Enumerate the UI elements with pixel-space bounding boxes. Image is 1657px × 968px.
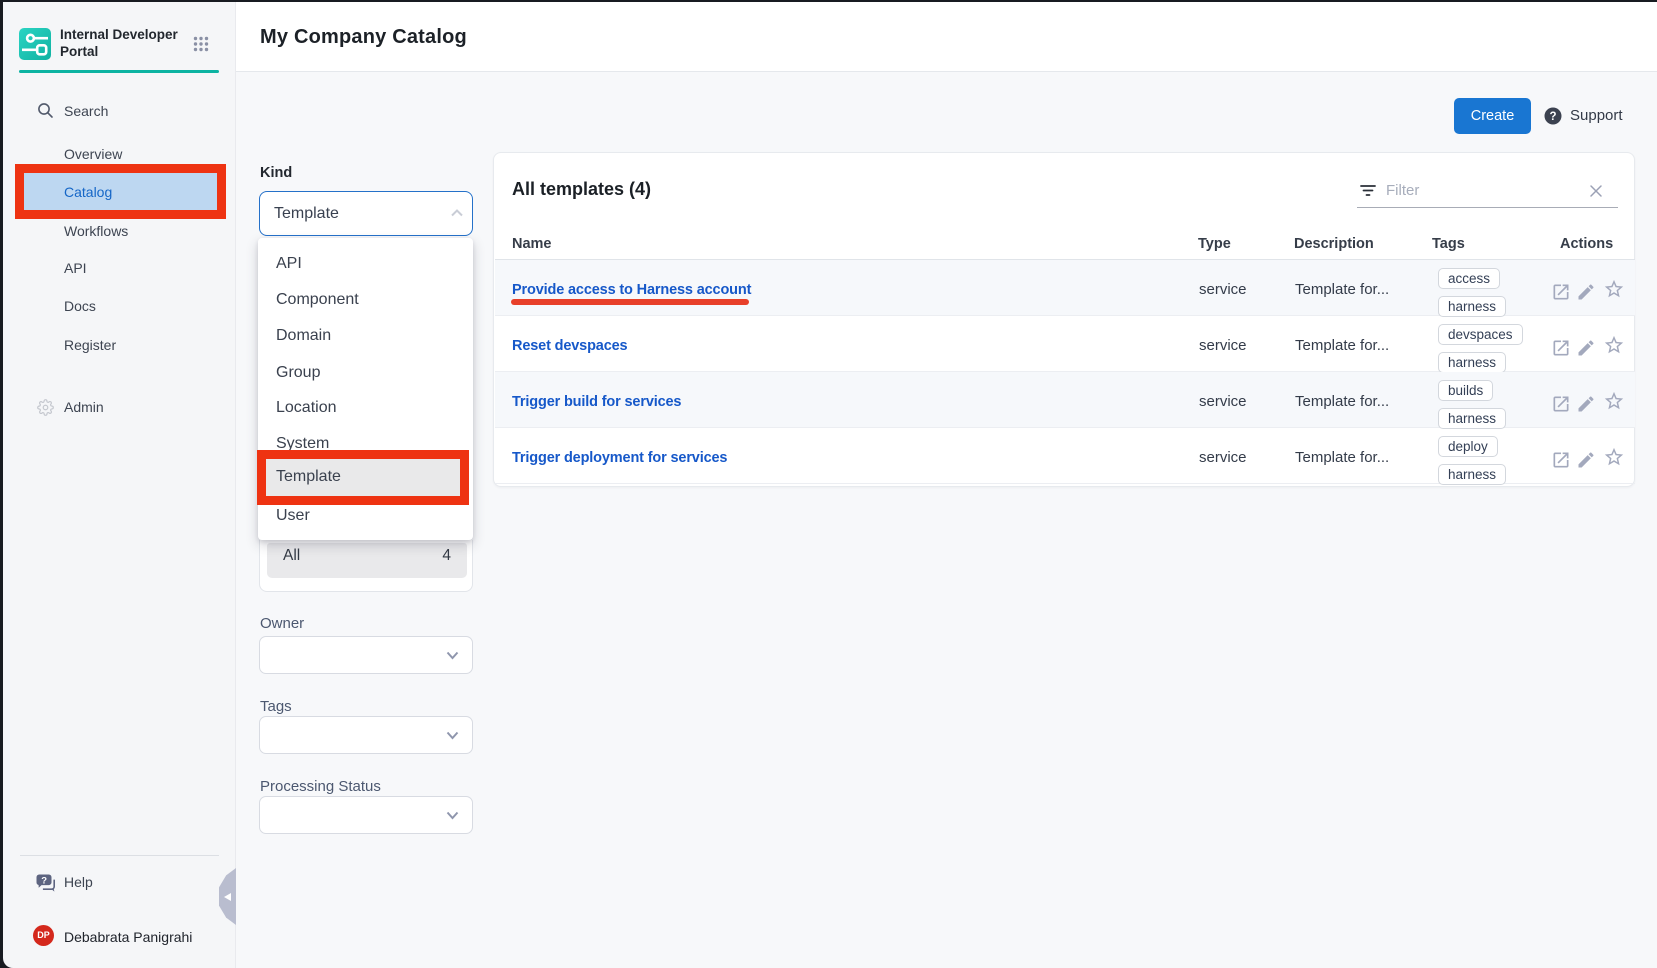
svg-text:?: ? bbox=[41, 875, 47, 886]
svg-text:?: ? bbox=[1549, 111, 1556, 123]
